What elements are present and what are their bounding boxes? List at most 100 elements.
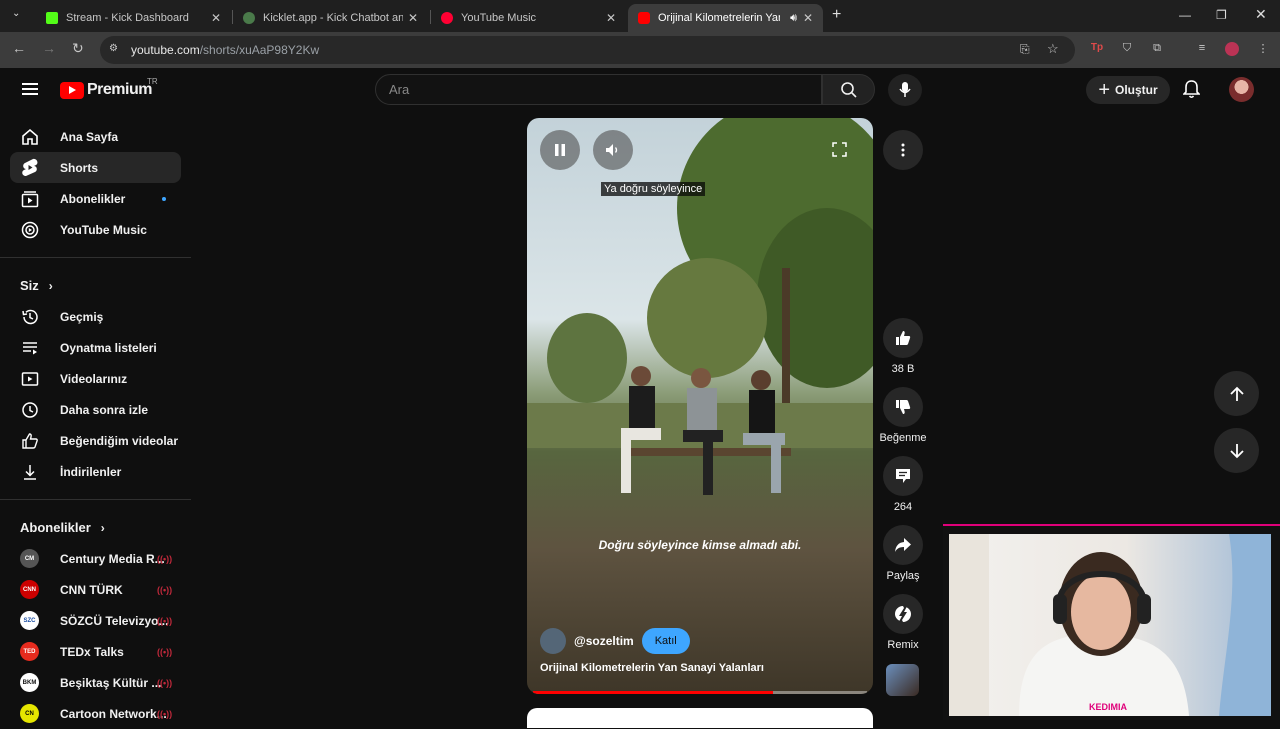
back-icon[interactable]: ← xyxy=(12,40,26,56)
like-count: 38 B xyxy=(891,363,915,375)
sidebar-section-subscriptions[interactable]: Abonelikler › xyxy=(0,512,191,543)
browser-tab-active-short[interactable]: Orijinal Kilometrelerin Yan Sanayi Yalan… xyxy=(628,4,823,32)
address-bar[interactable]: ⚙ youtube.com/shorts/xuAaP98Y2Kw ⎘ ☆ xyxy=(100,36,1075,64)
search-input[interactable]: Ara xyxy=(375,74,822,105)
sidebar-divider xyxy=(0,499,191,500)
kick-favicon-icon xyxy=(46,12,58,24)
close-icon[interactable]: ✕ xyxy=(211,11,221,25)
create-button[interactable]: + Oluştur xyxy=(1086,76,1170,104)
short-video-player[interactable]: Ya doğru söyleyince Doğru söyleyince kim… xyxy=(527,118,873,694)
reload-icon[interactable]: ↻ xyxy=(72,40,84,57)
close-icon[interactable]: ✕ xyxy=(803,11,813,25)
subscription-item[interactable]: CN Cartoon Network... ((•)) xyxy=(10,698,181,729)
sidebar-item-label: YouTube Music xyxy=(60,222,147,237)
site-info-icon[interactable]: ⚙ xyxy=(109,43,118,54)
sidebar-item-downloads[interactable]: İndirilenler xyxy=(10,456,181,487)
next-short-preview[interactable] xyxy=(527,708,873,728)
sidebar-section-you[interactable]: Siz › xyxy=(0,270,191,301)
subscription-item[interactable]: CNN CNN TÜRK ((•)) xyxy=(10,574,181,605)
sidebar-item-home[interactable]: Ana Sayfa xyxy=(10,121,181,152)
subscription-item[interactable]: TED TEDx Talks ((•)) xyxy=(10,636,181,667)
browser-tab-kick-dashboard[interactable]: Stream - Kick Dashboard ✕ xyxy=(36,4,231,32)
dislike-label: Beğenme xyxy=(879,432,927,444)
tab-label: Orijinal Kilometrelerin Yan Sanayi Yalan… xyxy=(658,12,780,24)
live-indicator-icon: ((•)) xyxy=(157,677,173,688)
volume-button[interactable] xyxy=(593,130,633,170)
close-icon[interactable]: ✕ xyxy=(606,11,616,25)
sidebar-item-history[interactable]: Geçmiş xyxy=(10,301,181,332)
subscription-label: Century Media R... xyxy=(60,551,165,566)
progress-bar[interactable] xyxy=(533,691,867,694)
remix-button[interactable]: Remix xyxy=(878,594,928,651)
microphone-icon xyxy=(899,82,911,97)
bookmark-star-icon[interactable]: ☆ xyxy=(1047,41,1059,57)
hamburger-menu-icon[interactable] xyxy=(22,83,38,95)
next-short-button[interactable] xyxy=(1214,428,1259,473)
install-app-icon[interactable]: ⎘ xyxy=(1020,42,1030,57)
subscription-item[interactable]: BKM Beşiktaş Kültür ... ((•)) xyxy=(10,667,181,698)
sidebar-item-label: İndirilenler xyxy=(60,464,122,479)
pause-icon xyxy=(555,144,565,156)
fullscreen-icon[interactable] xyxy=(832,142,847,157)
subscriptions-list: CM Century Media R... ((•)) CNN CNN TÜRK ((•)… xyxy=(0,543,191,729)
sound-thumbnail[interactable] xyxy=(886,664,919,696)
share-button[interactable]: Paylaş xyxy=(878,525,928,582)
short-title[interactable]: Orijinal Kilometrelerin Yan Sanayi Yalan… xyxy=(540,662,764,674)
profile-icon[interactable] xyxy=(1225,42,1239,56)
live-indicator-icon: ((•)) xyxy=(157,615,173,626)
sidebar-item-subscriptions[interactable]: Abonelikler xyxy=(10,183,181,214)
minimize-button[interactable]: — xyxy=(1179,8,1191,22)
tab-label: Stream - Kick Dashboard xyxy=(66,12,189,24)
youtube-favicon-icon xyxy=(638,12,650,24)
kicklet-favicon-icon xyxy=(243,12,255,24)
dislike-button[interactable]: Beğenme xyxy=(878,387,928,444)
previous-short-button[interactable] xyxy=(1214,371,1259,416)
search-button[interactable] xyxy=(822,74,875,105)
sidebar-item-watch-later[interactable]: Daha sonra izle xyxy=(10,394,181,425)
subscription-item[interactable]: SZC SÖZCÜ Televizyo... ((•)) xyxy=(10,605,181,636)
progress-fill xyxy=(533,691,774,694)
extension-tp-icon[interactable]: Tp xyxy=(1090,42,1104,56)
tab-label: Kicklet.app - Kick Chatbot and ... xyxy=(263,12,403,24)
streamer-silhouette xyxy=(949,534,1271,716)
sidebar-item-your-videos[interactable]: Videolarınız xyxy=(10,363,181,394)
like-button[interactable]: 38 B xyxy=(878,318,928,375)
volume-icon xyxy=(606,144,618,156)
join-button[interactable]: Katıl xyxy=(641,628,690,654)
sidebar-item-shorts[interactable]: Shorts xyxy=(10,152,181,183)
more-options-button[interactable] xyxy=(883,130,923,170)
new-tab-button[interactable]: + xyxy=(832,6,841,24)
speaker-icon[interactable]: 🔊︎ xyxy=(790,12,797,25)
window-close-button[interactable]: ✕ xyxy=(1255,6,1267,23)
playlists-icon xyxy=(20,338,40,358)
forward-icon[interactable]: → xyxy=(42,40,56,56)
history-icon xyxy=(20,307,40,327)
pause-button[interactable] xyxy=(540,130,580,170)
channel-avatar: CM xyxy=(20,549,39,568)
comments-button[interactable]: 264 xyxy=(878,456,928,513)
extensions-puzzle-icon[interactable]: ⧉ xyxy=(1150,42,1164,56)
media-controls-icon[interactable]: ≡ xyxy=(1195,42,1209,56)
tab-search-icon[interactable]: ⌄ xyxy=(12,8,20,19)
voice-search-button[interactable] xyxy=(888,74,922,106)
notifications-bell-icon[interactable] xyxy=(1183,80,1200,99)
browser-tab-kicklet[interactable]: Kicklet.app - Kick Chatbot and ... ✕ xyxy=(233,4,428,32)
account-avatar[interactable] xyxy=(1229,77,1254,102)
subscription-item[interactable]: CM Century Media R... ((•)) xyxy=(10,543,181,574)
channel-avatar[interactable] xyxy=(540,628,566,654)
chevron-right-icon: › xyxy=(100,520,105,535)
tab-label: YouTube Music xyxy=(461,12,537,24)
region-code: TR xyxy=(147,77,158,86)
share-label: Paylaş xyxy=(886,570,920,582)
menu-kebab-icon[interactable]: ⋮ xyxy=(1256,42,1270,56)
close-icon[interactable]: ✕ xyxy=(408,11,418,25)
sidebar-item-playlists[interactable]: Oynatma listeleri xyxy=(10,332,181,363)
browser-tab-youtube-music[interactable]: YouTube Music ✕ xyxy=(431,4,626,32)
channel-name[interactable]: @sozeltim xyxy=(574,634,634,648)
youtube-premium-logo[interactable]: Premium TR xyxy=(60,77,158,99)
sidebar-item-youtube-music[interactable]: YouTube Music xyxy=(10,214,181,245)
subtitle-caption: Doğru söyleyince kimse almadı abi. xyxy=(598,538,802,552)
extension-shield-icon[interactable]: ⛉ xyxy=(1120,42,1134,56)
sidebar-item-liked-videos[interactable]: Beğendiğim videolar xyxy=(10,425,181,456)
restore-button[interactable]: ❐ xyxy=(1216,8,1227,22)
